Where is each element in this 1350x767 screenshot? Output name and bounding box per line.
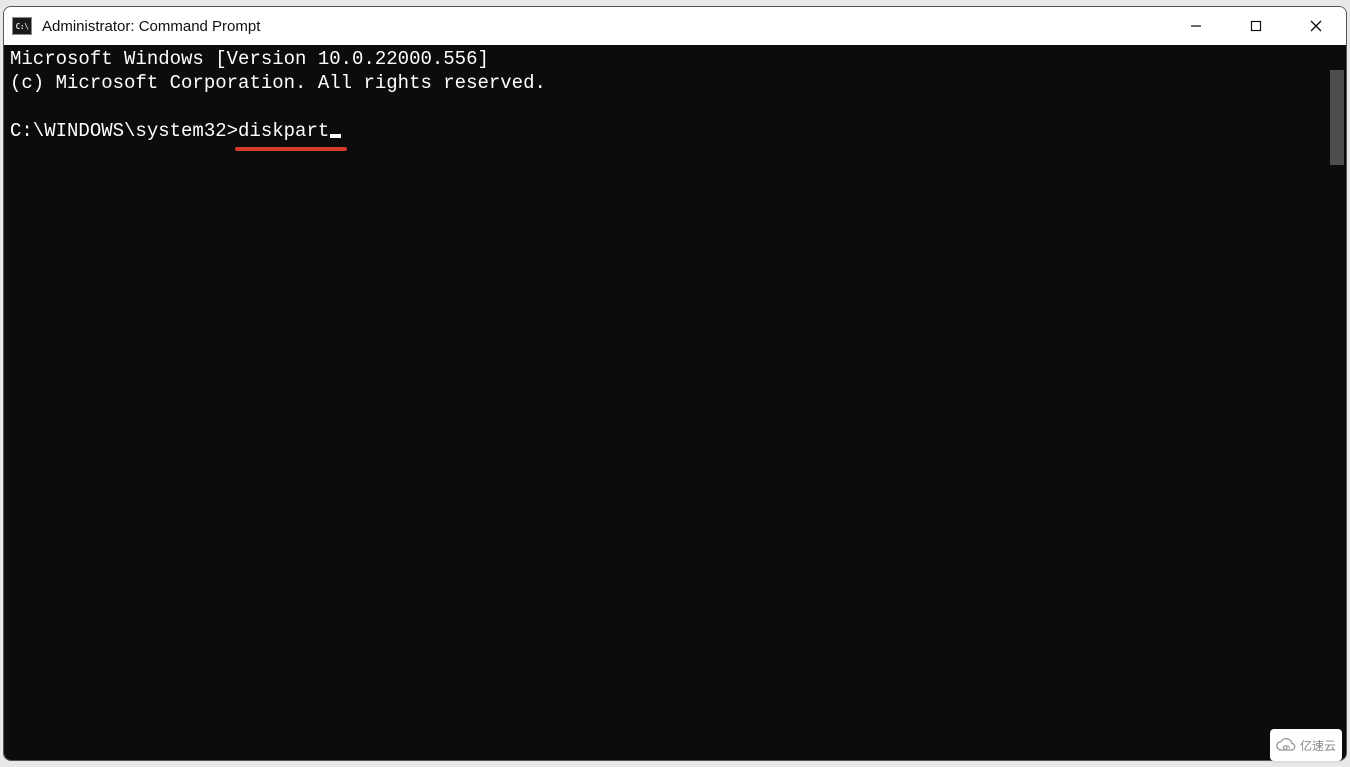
scrollbar-thumb[interactable] [1330, 70, 1344, 165]
terminal-prompt-line: C:\WINDOWS\system32>diskpart [10, 119, 1340, 143]
cloud-icon [1276, 735, 1296, 755]
titlebar[interactable]: C:\ Administrator: Command Prompt [4, 7, 1346, 45]
typed-command: diskpart [238, 120, 329, 142]
command-wrap: diskpart [238, 119, 329, 143]
terminal-output-line: (c) Microsoft Corporation. All rights re… [10, 71, 1340, 95]
watermark-text: 亿速云 [1300, 737, 1336, 754]
minimize-icon [1190, 20, 1202, 32]
close-button[interactable] [1286, 7, 1346, 45]
watermark: 亿速云 [1270, 729, 1342, 761]
annotation-underline [235, 147, 347, 151]
command-prompt-window: C:\ Administrator: Command Prompt [3, 6, 1347, 761]
window-controls [1166, 7, 1346, 45]
terminal-output-line: Microsoft Windows [Version 10.0.22000.55… [10, 47, 1340, 71]
maximize-icon [1250, 20, 1262, 32]
prompt-text: C:\WINDOWS\system32> [10, 119, 238, 143]
window-title: Administrator: Command Prompt [42, 18, 1166, 35]
terminal-area[interactable]: Microsoft Windows [Version 10.0.22000.55… [4, 45, 1346, 760]
cmd-icon-text: C:\ [16, 22, 29, 31]
cmd-icon: C:\ [12, 17, 32, 35]
maximize-button[interactable] [1226, 7, 1286, 45]
close-icon [1310, 20, 1322, 32]
text-cursor [330, 134, 341, 138]
minimize-button[interactable] [1166, 7, 1226, 45]
scrollbar-track[interactable] [1328, 45, 1346, 760]
